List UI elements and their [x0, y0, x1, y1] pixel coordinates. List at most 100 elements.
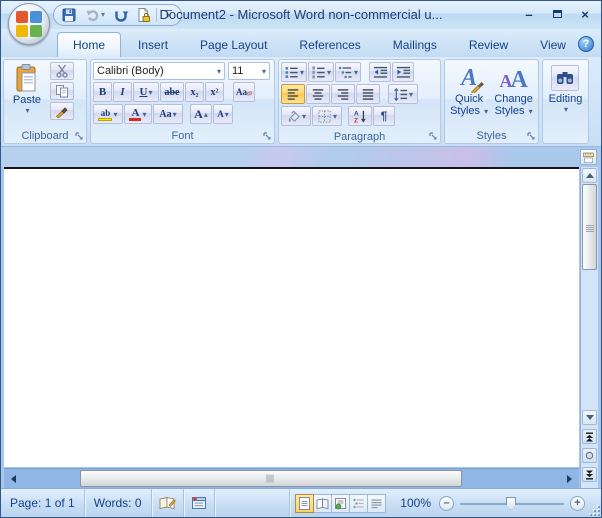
tab-references[interactable]: References: [284, 33, 375, 57]
decrease-indent-button[interactable]: [369, 62, 391, 82]
styles-dialog-launcher[interactable]: [527, 132, 536, 141]
vertical-scrollbar[interactable]: [580, 167, 598, 488]
grow-font-button[interactable]: A▴: [190, 104, 212, 124]
select-browse-object-button[interactable]: [582, 448, 597, 463]
tab-view[interactable]: View: [525, 33, 581, 57]
outline-view-button[interactable]: [349, 494, 368, 513]
subscript-button[interactable]: x₂: [185, 82, 204, 102]
text-highlight-button[interactable]: ab ▾: [93, 104, 123, 124]
borders-dropdown-icon[interactable]: ▾: [333, 112, 337, 121]
format-painter-button[interactable]: [50, 102, 74, 120]
zoom-slider[interactable]: [460, 496, 564, 511]
browse-object-circle-icon: [585, 451, 594, 460]
scroll-left-button[interactable]: [6, 471, 21, 486]
tab-mailings[interactable]: Mailings: [378, 33, 452, 57]
change-case-button[interactable]: Aa ▾: [153, 104, 183, 124]
underline-button[interactable]: U▾: [133, 82, 159, 102]
change-case-dropdown-icon[interactable]: ▾: [173, 110, 177, 119]
tab-home[interactable]: Home: [57, 32, 121, 57]
page-count-status[interactable]: Page: 1 of 1: [1, 489, 85, 517]
sort-button[interactable]: A Z: [348, 106, 372, 126]
tab-page-layout[interactable]: Page Layout: [185, 33, 282, 57]
horizontal-scrollbar[interactable]: [4, 468, 579, 488]
horizontal-scroll-thumb[interactable]: [80, 470, 462, 487]
close-button[interactable]: ×: [577, 6, 593, 22]
paragraph-dialog-launcher[interactable]: [429, 132, 438, 141]
maximize-button[interactable]: [549, 6, 565, 22]
zoom-out-button[interactable]: –: [439, 496, 454, 511]
font-name-combo[interactable]: Calibri (Body) ▾: [93, 62, 225, 80]
align-right-button[interactable]: [331, 84, 355, 104]
macro-recording-button[interactable]: [184, 489, 215, 517]
word-count-status[interactable]: Words: 0: [85, 489, 152, 517]
numbering-icon: [311, 65, 326, 80]
tab-insert[interactable]: Insert: [123, 33, 183, 57]
document-page[interactable]: [4, 167, 579, 467]
zoom-slider-thumb[interactable]: [506, 497, 516, 510]
copy-icon: [55, 84, 69, 98]
numbering-dropdown-icon[interactable]: ▾: [327, 68, 331, 77]
line-spacing-button[interactable]: ▾: [388, 84, 418, 104]
show-hide-pilcrow-button[interactable]: ¶: [373, 106, 395, 126]
bullets-dropdown-icon[interactable]: ▾: [300, 68, 304, 77]
align-left-button[interactable]: [281, 84, 305, 104]
ruler-toggle-button[interactable]: [580, 149, 597, 165]
paste-button[interactable]: Paste ▾: [6, 62, 48, 126]
quick-styles-button[interactable]: A Quick Styles ▾: [447, 63, 491, 120]
superscript-button[interactable]: x²: [205, 82, 224, 102]
align-center-button[interactable]: [306, 84, 330, 104]
scroll-right-button[interactable]: [562, 471, 577, 486]
clipboard-dialog-launcher[interactable]: [75, 132, 84, 141]
borders-button[interactable]: ▾: [312, 106, 342, 126]
highlight-dropdown-icon[interactable]: ▾: [113, 110, 117, 119]
office-button[interactable]: [8, 3, 50, 45]
multilevel-dropdown-icon[interactable]: ▾: [354, 68, 358, 77]
title-bar: ▾ ▾ Document2 -: [1, 1, 601, 29]
resize-grip[interactable]: [587, 503, 600, 516]
font-size-combo[interactable]: 11 ▾: [228, 62, 270, 80]
shrink-font-button[interactable]: A▾: [213, 104, 233, 124]
paste-dropdown-icon[interactable]: ▾: [25, 106, 29, 115]
bold-button[interactable]: B: [93, 82, 112, 102]
help-button[interactable]: ?: [578, 36, 594, 52]
change-styles-button[interactable]: A A Change Styles ▾: [491, 63, 536, 120]
multilevel-list-button[interactable]: ▾: [335, 62, 361, 82]
line-spacing-dropdown-icon[interactable]: ▾: [409, 90, 413, 99]
print-layout-view-button[interactable]: [295, 494, 314, 513]
previous-page-button[interactable]: [582, 429, 597, 444]
vertical-scroll-thumb[interactable]: [582, 184, 597, 270]
cut-button[interactable]: [50, 62, 74, 80]
justify-button[interactable]: [356, 84, 380, 104]
scroll-up-button[interactable]: [582, 168, 597, 183]
web-layout-view-button[interactable]: [331, 494, 350, 513]
minimize-button[interactable]: –: [521, 6, 537, 22]
tab-review[interactable]: Review: [454, 33, 523, 57]
strikethrough-button[interactable]: abe: [160, 82, 184, 102]
editing-button[interactable]: Editing ▾: [546, 63, 586, 141]
ruler-icon: [583, 152, 594, 163]
font-color-dropdown-icon[interactable]: ▾: [142, 110, 146, 119]
zoom-in-button[interactable]: +: [570, 496, 585, 511]
proofing-status-button[interactable]: [152, 489, 184, 517]
underline-dropdown-icon[interactable]: ▾: [148, 88, 152, 97]
binoculars-icon: [556, 70, 574, 86]
draft-view-button[interactable]: [367, 494, 386, 513]
font-dialog-launcher[interactable]: [263, 132, 272, 141]
increase-indent-button[interactable]: [392, 62, 414, 82]
zoom-level-button[interactable]: 100%: [392, 489, 439, 517]
clear-formatting-button[interactable]: Aa: [233, 82, 255, 102]
shading-button[interactable]: ▾: [281, 106, 311, 126]
full-screen-reading-view-button[interactable]: [313, 494, 332, 513]
bullets-button[interactable]: ▾: [281, 62, 307, 82]
shading-dropdown-icon[interactable]: ▾: [302, 112, 306, 121]
ribbon-group-editing: Editing ▾: [542, 59, 589, 144]
next-page-button[interactable]: [582, 467, 597, 482]
numbering-button[interactable]: ▾: [308, 62, 334, 82]
font-color-button[interactable]: A ▾: [124, 104, 152, 124]
copy-button[interactable]: [50, 82, 74, 100]
change-styles-dropdown-icon: ▾: [529, 107, 533, 116]
increase-indent-icon: [396, 65, 411, 80]
ribbon-group-clipboard: Paste ▾: [3, 59, 87, 144]
italic-button[interactable]: I: [113, 82, 132, 102]
scroll-down-button[interactable]: [582, 410, 597, 425]
